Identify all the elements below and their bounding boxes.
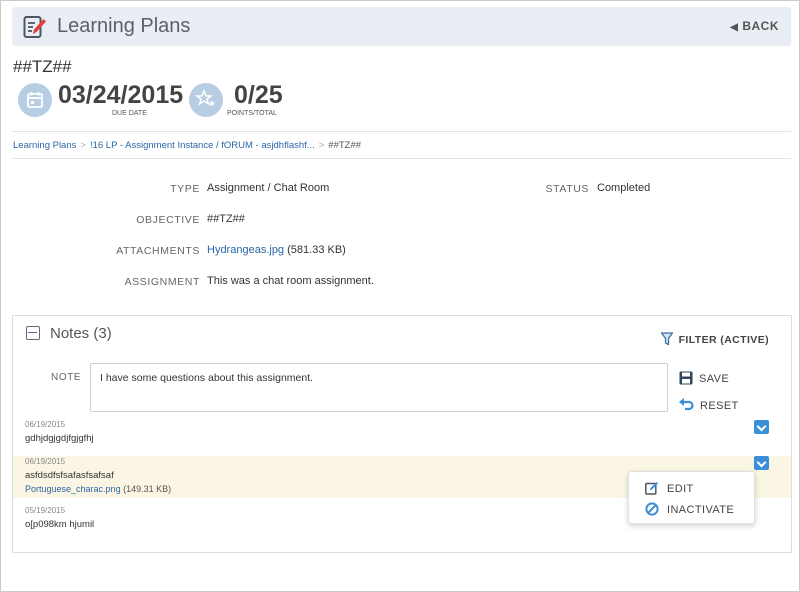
calendar-icon	[18, 83, 52, 117]
breadcrumb-separator: >	[318, 140, 325, 151]
note-date: 06/19/2015	[25, 420, 66, 429]
note-attachment-link[interactable]: Portuguese_charac.png	[25, 484, 121, 494]
type-label: TYPE	[170, 183, 200, 195]
breadcrumb-current: ##TZ##	[328, 140, 362, 151]
assignment-value: This was a chat room assignment.	[207, 275, 374, 287]
status-label: STATUS	[545, 183, 589, 195]
assignment-label: ASSIGNMENT	[124, 276, 200, 288]
prohibited-icon	[645, 502, 659, 516]
note-item: 06/19/2015 gdhjdgjgdjfgjgfhj	[13, 420, 791, 456]
notes-title: Notes (3)	[50, 325, 112, 342]
note-attachment-size: (149.31 KB)	[123, 484, 172, 494]
page-title: Learning Plans	[57, 15, 191, 37]
note-text: gdhjdgjgdjfgjgfhj	[25, 433, 94, 444]
edit-label: EDIT	[667, 483, 694, 495]
chevron-down-icon[interactable]	[754, 456, 769, 470]
edit-icon	[645, 482, 658, 495]
funnel-icon	[660, 332, 673, 346]
due-date-value: 03/24/2015	[58, 81, 184, 109]
breadcrumb-separator: >	[80, 140, 86, 151]
divider	[12, 158, 791, 159]
note-context-menu: EDIT INACTIVATE	[628, 471, 755, 524]
collapse-toggle-icon[interactable]	[26, 326, 40, 340]
item-title: ##TZ##	[13, 57, 72, 76]
filter-button[interactable]: FILTER (ACTIVE)	[660, 332, 769, 346]
type-value: Assignment / Chat Room	[207, 182, 330, 194]
attachment-size: (581.33 KB)	[287, 244, 346, 256]
attachments-label: ATTACHMENTS	[116, 245, 200, 257]
edit-menu-item[interactable]: EDIT	[645, 481, 694, 495]
breadcrumb-item-assignment-instance[interactable]: !16 LP - Assignment Instance / fORUM - a…	[90, 140, 315, 151]
edit-document-icon	[23, 16, 46, 38]
inactivate-menu-item[interactable]: INACTIVATE	[645, 502, 734, 516]
attachment-link[interactable]: Hydrangeas.jpg	[207, 244, 284, 256]
status-value: Completed	[597, 182, 651, 194]
note-input[interactable]: I have some questions about this assignm…	[90, 363, 668, 412]
inactivate-label: INACTIVATE	[667, 504, 735, 516]
breadcrumb-item-learning-plans[interactable]: Learning Plans	[13, 140, 76, 151]
caret-left-icon: ◀	[730, 22, 739, 33]
save-label: SAVE	[699, 373, 730, 385]
reset-button[interactable]: RESET	[679, 398, 739, 412]
chevron-down-icon[interactable]	[754, 420, 769, 434]
objective-value: ##TZ##	[207, 213, 245, 225]
objective-label: OBJECTIVE	[136, 214, 200, 226]
points-label: POINTS/TOTAL	[227, 110, 277, 117]
note-label: NOTE	[51, 372, 82, 383]
back-button[interactable]: ◀ BACK	[730, 19, 779, 33]
stars-icon	[189, 83, 223, 117]
note-date: 06/19/2015	[25, 457, 66, 466]
page-header: Learning Plans ◀ BACK	[12, 7, 791, 46]
filter-label: FILTER (ACTIVE)	[678, 334, 769, 346]
divider	[12, 131, 791, 132]
reset-label: RESET	[700, 400, 739, 412]
points-value: 0/25	[234, 81, 283, 109]
attachments-value: Hydrangeas.jpg (581.33 KB)	[207, 244, 346, 256]
due-date-label: DUE DATE	[112, 110, 147, 117]
floppy-disk-icon	[679, 371, 693, 385]
undo-arrow-icon	[679, 398, 694, 411]
app-window: Learning Plans ◀ BACK ##TZ## 03/24/2015 D…	[0, 0, 800, 592]
back-label: BACK	[742, 19, 779, 33]
breadcrumb: Learning Plans > !16 LP - Assignment Insta…	[13, 140, 361, 151]
save-button[interactable]: SAVE	[679, 371, 729, 385]
